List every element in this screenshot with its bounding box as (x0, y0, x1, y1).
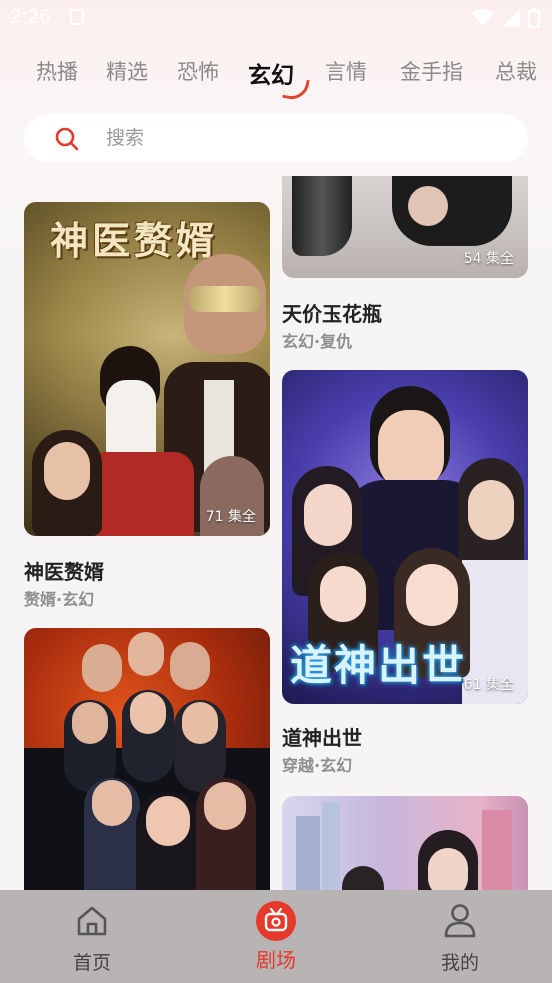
search-icon (55, 127, 79, 151)
drama-tags: 玄幻·复仇 (282, 332, 353, 351)
nav-theater[interactable]: 剧场 (216, 890, 336, 983)
drama-title[interactable]: 神医赘婿 (24, 556, 104, 585)
signal-icon (502, 9, 520, 27)
home-icon (77, 906, 107, 936)
active-tab-indicator (282, 76, 310, 102)
bottom-navigation: 首页 剧场 我的 (0, 890, 552, 983)
nav-profile[interactable]: 我的 (400, 890, 520, 983)
drama-title[interactable]: 天价玉花瓶 (282, 298, 382, 327)
status-icons (472, 8, 540, 28)
drama-card-poster[interactable]: 54 集全 (282, 176, 528, 278)
category-tabs: 热播 精选 恐怖 玄幻 言情 金手指 总裁 (0, 48, 552, 92)
poster-title-text: 神医赘婿 (50, 218, 219, 263)
tab-golden-finger[interactable]: 金手指 (400, 56, 463, 86)
app-screen: 2:26 热播 精选 恐怖 玄幻 言情 金手指 总裁 神医赘婿 (0, 0, 552, 983)
nav-home-label: 首页 (72, 952, 111, 974)
profile-icon (444, 904, 476, 938)
wifi-icon (472, 9, 494, 26)
tab-hot[interactable]: 热播 (36, 56, 78, 86)
nav-theater-label: 剧场 (256, 948, 296, 972)
drama-card-poster[interactable] (24, 628, 270, 928)
tab-romance[interactable]: 言情 (325, 56, 367, 86)
tab-featured[interactable]: 精选 (106, 56, 148, 86)
battery-icon (528, 8, 540, 28)
poster-title-text: 道神出世 (290, 641, 467, 690)
nav-profile-label: 我的 (440, 952, 479, 974)
nav-home[interactable]: 首页 (32, 890, 152, 983)
tab-horror[interactable]: 恐怖 (177, 56, 219, 86)
drama-card-poster[interactable]: 神医赘婿 71 集全 (24, 202, 270, 536)
drama-title[interactable]: 道神出世 (282, 722, 362, 751)
notification-icon (70, 9, 84, 25)
episode-count-badge: 61 集全 (463, 677, 514, 693)
tab-ceo[interactable]: 总裁 (495, 56, 537, 86)
drama-tags: 穿越·玄幻 (282, 756, 353, 775)
theater-icon (256, 901, 296, 941)
status-time: 2:26 (10, 6, 51, 28)
status-bar: 2:26 (0, 0, 552, 38)
episode-count-badge: 54 集全 (463, 251, 514, 267)
search-bar[interactable] (24, 114, 528, 162)
drama-card-poster[interactable]: 道神出世 61 集全 (282, 370, 528, 704)
drama-tags: 赘婿·玄幻 (24, 590, 95, 609)
episode-count-badge: 71 集全 (205, 509, 256, 525)
search-input[interactable] (106, 124, 486, 152)
